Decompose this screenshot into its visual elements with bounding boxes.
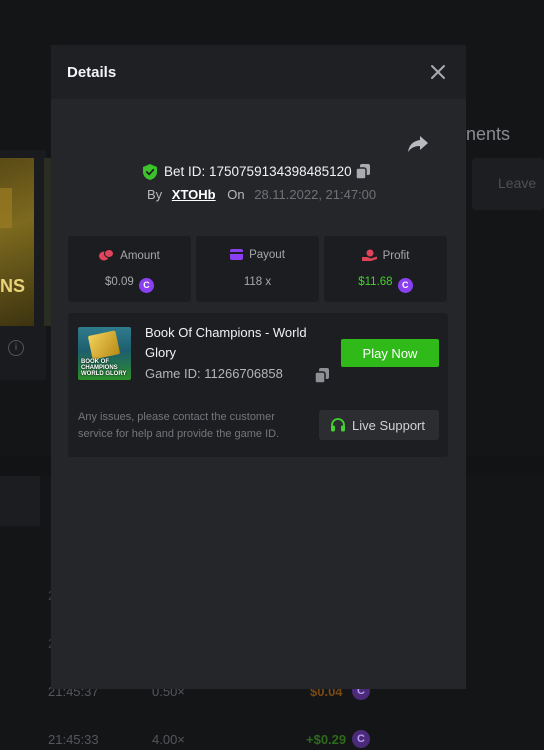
bet-details-modal: Details Bet ID: 1750759134398485120 By X… [51, 45, 466, 689]
modal-title: Details [67, 64, 117, 81]
share-icon[interactable] [407, 134, 429, 154]
stat-payout-value: 118 x [243, 276, 272, 288]
support-notice: Any issues, please contact the customer … [78, 411, 280, 440]
headset-icon [331, 418, 345, 432]
background-game-thumbnail: NS [0, 158, 34, 326]
shield-check-icon [143, 164, 157, 180]
background-heading: nents [466, 124, 511, 144]
on-label: On [227, 187, 245, 202]
game-thumbnail-text: BOOK OF CHAMPIONS WORLD GLORY [81, 359, 127, 377]
live-support-button[interactable]: Live Support [319, 410, 439, 440]
stat-payout: Payout 118 x [196, 236, 319, 302]
bet-date: 28.11.2022, 21:47:00 [254, 187, 377, 202]
stat-profit-label: Profit [382, 250, 410, 262]
copy-icon[interactable] [315, 368, 329, 383]
game-card: BOOK OF CHAMPIONS WORLD GLORY Book Of Ch… [68, 313, 448, 457]
game-id: Game ID: 11266706858 [145, 366, 283, 381]
background-thumbnail-text: NS [0, 276, 26, 296]
coin-icon: C [397, 278, 413, 293]
background-box [0, 476, 40, 526]
modal-header: Details [51, 45, 466, 99]
stat-amount-value: $0.09 [105, 276, 134, 288]
background-history-row: 21:45:33 4.00× +$0.29 C [48, 730, 378, 750]
coin-icon: C [138, 278, 154, 293]
live-support-label: Live Support [352, 417, 425, 433]
bet-id-line: Bet ID: 1750759134398485120 [51, 162, 466, 182]
copy-icon[interactable] [356, 164, 370, 179]
stat-profit-value: $11.68 [358, 276, 393, 288]
bet-id: Bet ID: 1750759134398485120 [164, 164, 352, 179]
stat-payout-label: Payout [249, 249, 285, 261]
play-now-button[interactable]: Play Now [341, 339, 439, 367]
game-title: Book Of Champions - World Glory [145, 325, 307, 360]
by-label: By [147, 187, 163, 202]
background-leave-button: Leave [472, 158, 544, 210]
game-thumbnail[interactable]: BOOK OF CHAMPIONS WORLD GLORY [78, 327, 131, 380]
bet-meta: By XTOHb On 28.11.2022, 21:47:00 [147, 187, 376, 202]
hand-coin-icon [361, 249, 377, 261]
close-icon[interactable] [427, 61, 449, 83]
coin-icon: C [352, 730, 370, 748]
wallet-icon [230, 249, 244, 260]
info-icon: i [8, 340, 24, 356]
stat-profit: Profit $11.68 C [324, 236, 447, 302]
player-username-link[interactable]: XTOHb [172, 187, 216, 202]
coins-icon [99, 249, 115, 261]
stat-amount-label: Amount [120, 250, 160, 262]
bet-stats: Amount $0.09 C Payout 118 x Profit $11.6… [68, 236, 448, 302]
stat-amount: Amount $0.09 C [68, 236, 191, 302]
